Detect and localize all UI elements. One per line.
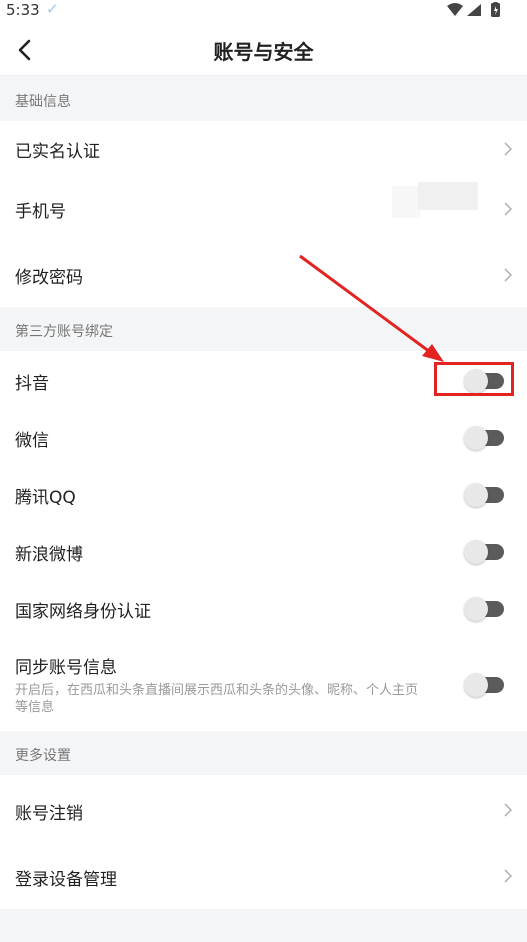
status-bar: 5:33 ✓ — [0, 0, 527, 22]
row-label: 登录设备管理 — [15, 870, 117, 890]
toggle-qq[interactable] — [464, 483, 504, 507]
row-delete-account[interactable]: 账号注销 — [0, 775, 527, 841]
row-device-management[interactable]: 登录设备管理 — [0, 841, 527, 909]
row-change-password[interactable]: 修改密码 — [0, 241, 527, 307]
row-label-sync-account: 同步账号信息 — [15, 658, 117, 678]
chevron-right-icon — [504, 268, 513, 282]
row-label-qq: 腾讯QQ — [15, 488, 76, 508]
row-label: 已实名认证 — [15, 142, 100, 162]
row-label: 修改密码 — [15, 268, 83, 288]
status-icons — [447, 2, 500, 17]
row-label: 账号注销 — [15, 804, 83, 824]
toggle-sync-account[interactable] — [464, 673, 504, 697]
page-title: 账号与安全 — [213, 40, 314, 64]
wifi-icon — [447, 3, 463, 16]
chevron-right-icon — [504, 142, 513, 156]
toggle-weibo[interactable] — [464, 540, 504, 564]
status-time: 5:33 — [6, 1, 40, 19]
row-label-weibo: 新浪微博 — [15, 545, 83, 565]
masked-phone-value — [392, 182, 478, 218]
navigation-bar: 账号与安全 — [0, 22, 527, 76]
annotation-highlight-box — [434, 362, 514, 396]
row-real-name-verified[interactable]: 已实名认证 — [0, 121, 527, 179]
section-header-more: 更多设置 — [0, 731, 527, 775]
chevron-right-icon — [504, 202, 513, 216]
row-label-wechat: 微信 — [15, 431, 49, 451]
toggle-national-id[interactable] — [464, 597, 504, 621]
section-header-basic: 基础信息 — [0, 77, 527, 121]
row-label-national-id: 国家网络身份认证 — [15, 602, 151, 622]
sync-account-description: 开启后，在西瓜和头条直播间展示西瓜和头条的头像、昵称、个人主页等信息 — [15, 683, 419, 715]
chevron-right-icon — [504, 869, 513, 883]
row-label-douyin: 抖音 — [15, 374, 49, 394]
row-label: 手机号 — [15, 202, 66, 222]
sync-check-icon: ✓ — [46, 0, 59, 18]
signal-icon — [467, 4, 481, 16]
toggle-wechat[interactable] — [464, 426, 504, 450]
section-header-third-party: 第三方账号绑定 — [0, 307, 527, 351]
chevron-right-icon — [504, 803, 513, 817]
